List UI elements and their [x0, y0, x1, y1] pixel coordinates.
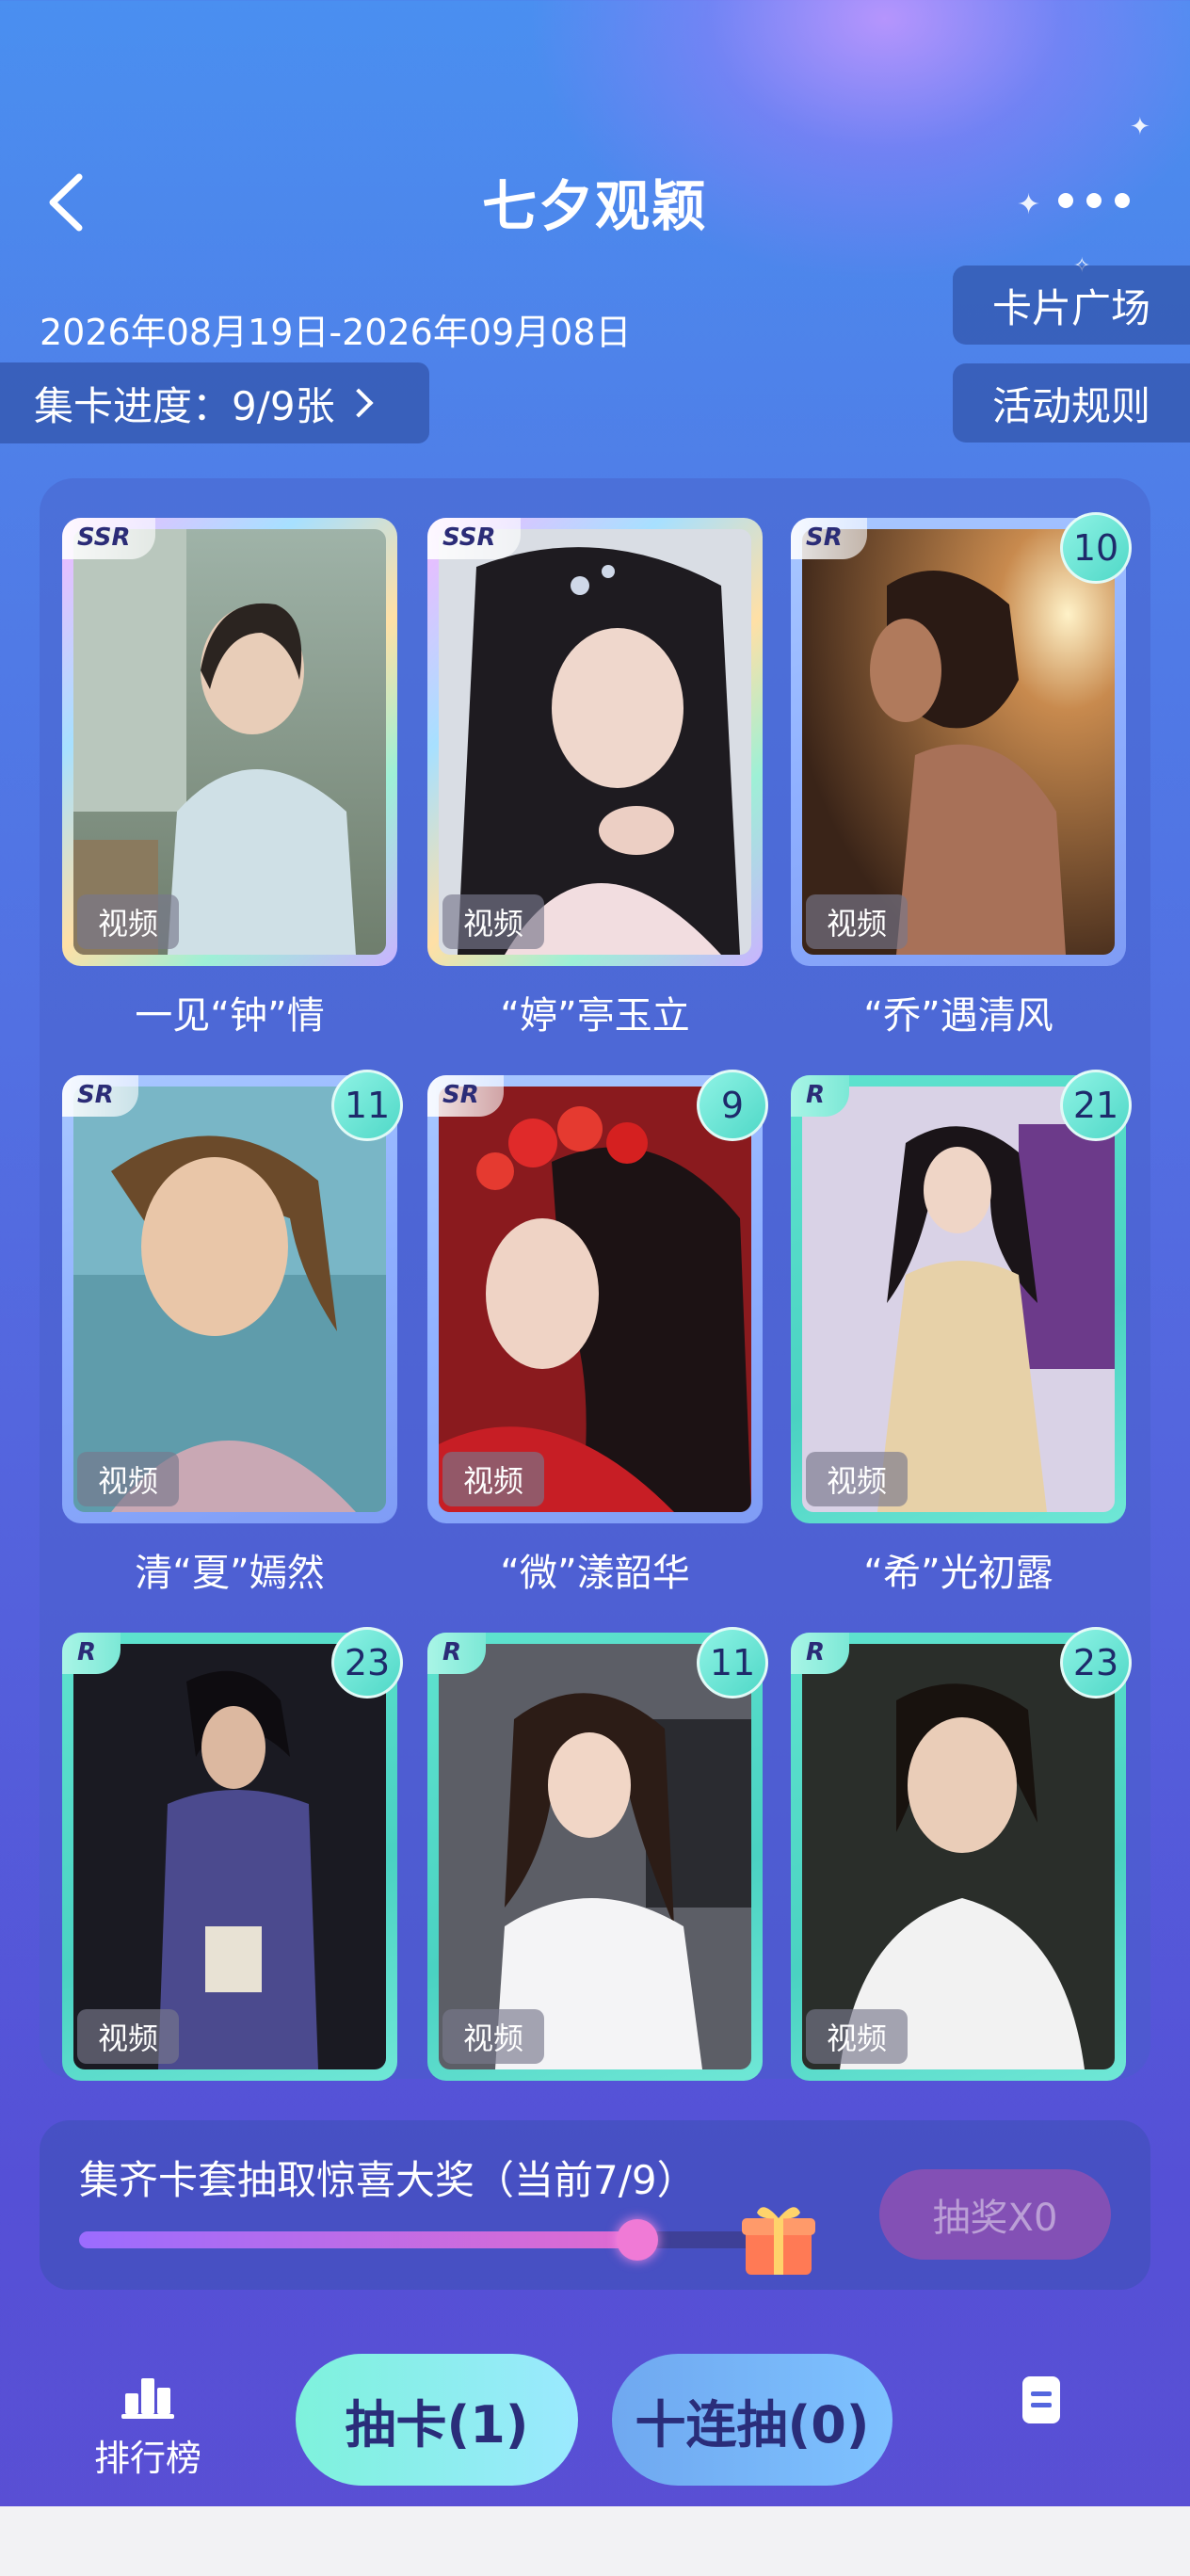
ranking-label: 排行榜	[93, 2438, 201, 2479]
lottery-progress-knob	[616, 2219, 658, 2261]
lottery-description: 集齐卡套抽取惊喜大奖（当前7/9）	[79, 2157, 697, 2203]
lottery-progress-bar	[79, 2219, 795, 2261]
card-item[interactable]: R 23 视频	[791, 1627, 1132, 2081]
system-navigation-area	[0, 2506, 1190, 2576]
card-count-badge: 11	[331, 1070, 403, 1141]
lottery-draw-button[interactable]: 抽奖X0	[879, 2169, 1111, 2260]
collection-progress-button[interactable]: 集卡进度：9/9张	[0, 362, 429, 443]
rarity-badge: SR	[427, 1075, 504, 1117]
card-count-badge: 11	[697, 1627, 768, 1699]
rarity-badge: R	[62, 1633, 121, 1674]
video-tag: 视频	[806, 894, 909, 949]
card-photo	[439, 1644, 751, 2069]
video-tag: 视频	[77, 2009, 180, 2064]
sparkle-icon: ✦	[1130, 113, 1150, 141]
card-plaza-button[interactable]: 卡片广场	[953, 266, 1190, 345]
video-tag: 视频	[806, 2009, 909, 2064]
rarity-badge: R	[791, 1075, 850, 1117]
activity-rules-label: 活动规则	[991, 382, 1150, 429]
card-photo	[73, 1644, 386, 2069]
card-photo	[73, 1087, 386, 1512]
card-photo	[802, 529, 1115, 955]
more-options-icon[interactable]	[1058, 185, 1143, 217]
chevron-right-icon	[344, 388, 374, 418]
card-photo	[439, 529, 751, 955]
video-tag: 视频	[77, 1452, 180, 1506]
lottery-progress-fill	[79, 2231, 637, 2248]
activity-rules-button[interactable]: 活动规则	[953, 363, 1190, 443]
video-tag: 视频	[77, 894, 180, 949]
card-item[interactable]: SSR 视频	[62, 518, 397, 966]
date-range: 2026年08月19日-2026年09月08日	[40, 312, 632, 353]
collection-progress-label: 集卡进度：9/9张	[34, 382, 335, 429]
card-photo	[802, 1087, 1115, 1512]
card-grid-panel: SSR 视频 一见“钟”情 SSR 视频 “婷”亭玉立 SR 10 视频 “乔”…	[40, 478, 1150, 2081]
draw-one-button[interactable]: 抽卡(1)	[296, 2354, 578, 2486]
card-name: “婷”亭玉立	[500, 994, 690, 1038]
video-tag: 视频	[442, 894, 545, 949]
video-tag: 视频	[806, 1452, 909, 1506]
card-photo	[73, 529, 386, 955]
card-count-badge: 23	[331, 1627, 403, 1699]
rarity-badge: SSR	[427, 518, 521, 559]
card-count-badge: 23	[1060, 1627, 1132, 1699]
draw-ten-button[interactable]: 十连抽(0)	[612, 2354, 892, 2486]
card-name: 清“夏”嫣然	[135, 1552, 325, 1595]
card-item[interactable]: R 21 视频	[791, 1070, 1132, 1523]
page-title: 七夕观颖	[481, 174, 708, 238]
rarity-badge: R	[791, 1633, 850, 1674]
card-name: “希”光初露	[863, 1552, 1053, 1595]
card-item[interactable]: R 23 视频	[62, 1627, 403, 2081]
lottery-draw-label: 抽奖X0	[932, 2197, 1058, 2240]
rarity-badge: R	[427, 1633, 487, 1674]
card-item[interactable]: SSR 视频	[427, 518, 763, 966]
card-plaza-label: 卡片广场	[991, 284, 1150, 331]
card-item[interactable]: R 11 视频	[427, 1627, 768, 2081]
card-count-badge: 10	[1060, 512, 1132, 584]
card-count-badge: 9	[697, 1070, 768, 1141]
card-photo	[802, 1644, 1115, 2069]
rarity-badge: SSR	[62, 518, 155, 559]
card-count-badge: 21	[1060, 1070, 1132, 1141]
ranking-icon	[121, 2378, 174, 2419]
card-item[interactable]: SR 11 视频	[62, 1070, 403, 1523]
lottery-panel: 集齐卡套抽取惊喜大奖（当前7/9） 抽奖X0	[40, 2120, 1150, 2290]
video-tag: 视频	[442, 2009, 545, 2064]
draw-ten-label: 十连抽(0)	[635, 2394, 870, 2455]
card-item[interactable]: SR 10 视频	[791, 512, 1132, 966]
card-item[interactable]: SR 9 视频	[427, 1070, 768, 1523]
bottom-action-bar: 排行榜 抽卡(1) 十连抽(0)	[0, 2327, 1190, 2506]
rarity-badge: SR	[791, 518, 867, 559]
card-photo	[439, 1087, 751, 1512]
document-icon[interactable]	[1021, 2375, 1062, 2425]
gift-icon	[742, 2207, 815, 2275]
ranking-button[interactable]: 排行榜	[87, 2373, 209, 2481]
draw-one-label: 抽卡(1)	[345, 2394, 529, 2455]
card-name: 一见“钟”情	[135, 994, 325, 1038]
rarity-badge: SR	[62, 1075, 138, 1117]
card-name: “微”漾韶华	[500, 1552, 690, 1595]
video-tag: 视频	[442, 1452, 545, 1506]
card-name: “乔”遇清风	[863, 994, 1053, 1038]
